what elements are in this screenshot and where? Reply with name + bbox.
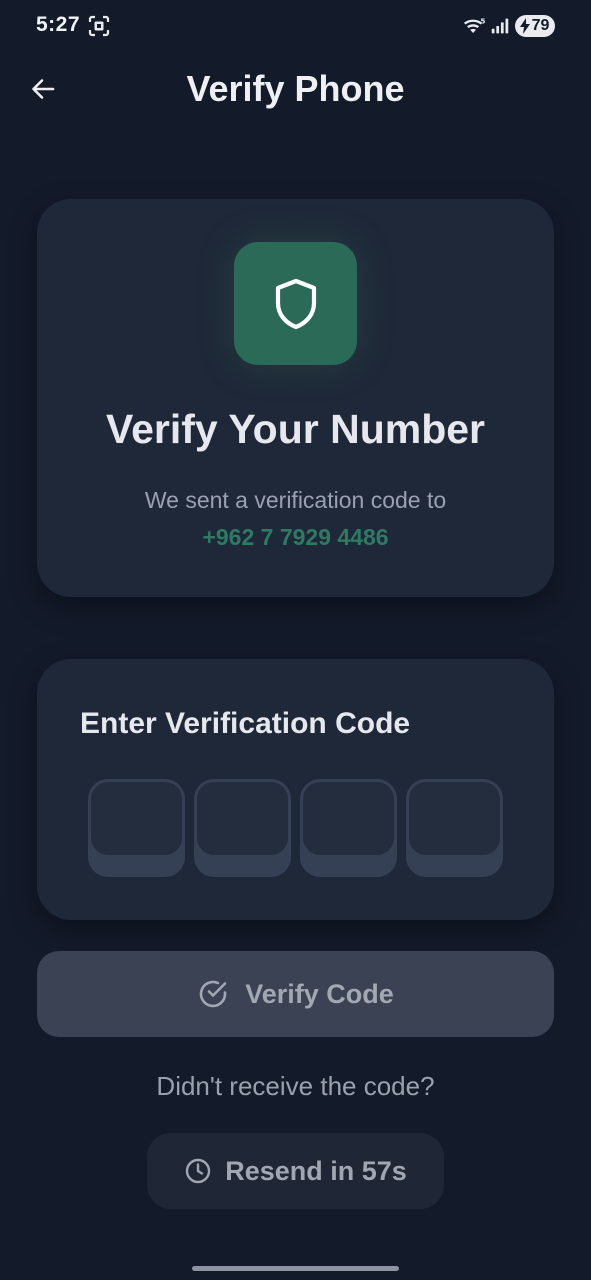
- code-input-group: [88, 779, 503, 877]
- resend-prompt: Didn't receive the code?: [156, 1071, 435, 1101]
- home-indicator[interactable]: [192, 1266, 399, 1271]
- svg-text:5: 5: [480, 16, 485, 25]
- wifi-icon: 5: [463, 15, 485, 37]
- code-digit-input-3[interactable]: [300, 779, 397, 877]
- code-digit-input-1[interactable]: [88, 779, 185, 877]
- verify-info-card: Verify Your Number We sent a verificatio…: [37, 199, 554, 597]
- code-entry-title: Enter Verification Code: [80, 707, 411, 740]
- code-entry-card: Enter Verification Code: [37, 659, 554, 920]
- signal-icon: [489, 15, 511, 37]
- resend-code-button[interactable]: Resend in 57s: [147, 1133, 444, 1209]
- shield-badge: [234, 242, 357, 365]
- battery-level: 79: [531, 17, 550, 34]
- hero-subtitle: We sent a verification code to: [144, 487, 447, 513]
- code-digit-input-4[interactable]: [406, 779, 503, 877]
- screenshot-icon: [88, 15, 110, 37]
- battery-charging-icon: 79: [515, 15, 555, 37]
- code-digit-input-2[interactable]: [194, 779, 291, 877]
- status-time: 5:27: [36, 13, 81, 36]
- hero-title: Verify Your Number: [106, 406, 485, 452]
- verify-code-label: Verify Code: [245, 978, 394, 1009]
- status-bar: 5:27 5 79: [0, 0, 591, 54]
- status-indicators: 5 79: [463, 14, 555, 38]
- resend-countdown-label: Resend in 57s: [225, 1155, 407, 1186]
- phone-number: +962 7 7929 4486: [202, 524, 389, 550]
- check-circle-icon: [199, 980, 227, 1008]
- shield-icon: [275, 278, 316, 329]
- app-bar: Verify Phone: [0, 54, 591, 124]
- verify-code-button[interactable]: Verify Code: [37, 951, 554, 1037]
- page-title: Verify Phone: [186, 68, 405, 109]
- clock-icon: [186, 1158, 211, 1184]
